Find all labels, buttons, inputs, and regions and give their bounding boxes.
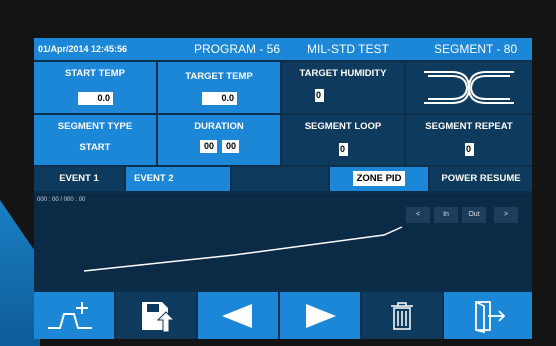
segment-loop-input[interactable]: 0 [339,143,348,156]
header-bar: 01/Apr/2014 12:45:56 PROGRAM - 56 MIL-ST… [34,38,532,60]
target-humidity-cell: TARGET HUMIDITY 0 [282,62,404,113]
start-temp-label: START TEMP [65,68,125,79]
zone-pid-button[interactable]: ZONE PID [352,171,406,186]
previous-icon [222,303,252,328]
segment-type-cell: SEGMENT TYPE START [34,115,156,165]
duration-minutes-input[interactable]: 00 [222,140,239,153]
exit-icon [475,300,506,333]
target-humidity-label: TARGET HUMIDITY [299,68,387,79]
duration-hours-input[interactable]: 00 [200,140,217,153]
delete-button[interactable] [362,292,442,339]
segment-type-label: SEGMENT TYPE [57,121,133,132]
event-1-button[interactable]: EVENT 1 [34,167,124,191]
duration-cell: DURATION 00 00 [158,115,280,165]
segment-loop-cell: SEGMENT LOOP 0 [282,115,404,165]
profile-graph: 000 : 00 / 000 : 00 < In Out > [34,193,532,290]
segment-repeat-cell: SEGMENT REPEAT 0 [406,115,532,165]
previous-button[interactable] [198,292,278,339]
segment-repeat-input[interactable]: 0 [465,143,474,156]
target-humidity-input[interactable]: 0 [315,89,324,102]
brand-logo [424,71,514,104]
power-resume-button[interactable]: POWER RESUME [430,167,532,191]
event-bar: EVENT 1 EVENT 2 ZONE PID POWER RESUME [34,167,532,191]
target-temp-input[interactable]: 0.0 [202,92,237,105]
exit-button[interactable] [444,292,532,339]
zone-pid-cell: ZONE PID [330,167,428,191]
logo-cell [406,62,532,113]
target-temp-cell: TARGET TEMP 0.0 [158,62,280,113]
start-temp-cell: START TEMP 0.0 [34,62,156,113]
save-icon [142,301,176,332]
target-temp-label: TARGET TEMP [185,71,253,82]
delete-icon [391,301,413,330]
segment-loop-label: SEGMENT LOOP [304,121,382,132]
next-button[interactable] [280,292,360,339]
test-name: MIL-STD TEST [307,42,389,56]
datetime: 01/Apr/2014 12:45:56 [38,44,128,54]
program-label: PROGRAM - 56 [194,42,281,56]
duration-label: DURATION [194,121,244,132]
segment-label: SEGMENT - 80 [434,42,518,56]
start-temp-input[interactable]: 0.0 [78,92,113,105]
segment-type-value[interactable]: START [34,142,156,153]
bottom-toolbar [34,292,532,339]
event-2-button[interactable]: EVENT 2 [126,167,230,191]
event-blank-button[interactable] [232,167,328,191]
segment-repeat-label: SEGMENT REPEAT [425,121,513,132]
profile-line [83,226,403,272]
add-segment-button[interactable] [34,292,114,339]
add-segment-icon [48,301,92,329]
screen-frame: 01/Apr/2014 12:45:56 PROGRAM - 56 MIL-ST… [34,38,532,339]
next-icon [306,303,336,328]
save-button[interactable] [116,292,196,339]
